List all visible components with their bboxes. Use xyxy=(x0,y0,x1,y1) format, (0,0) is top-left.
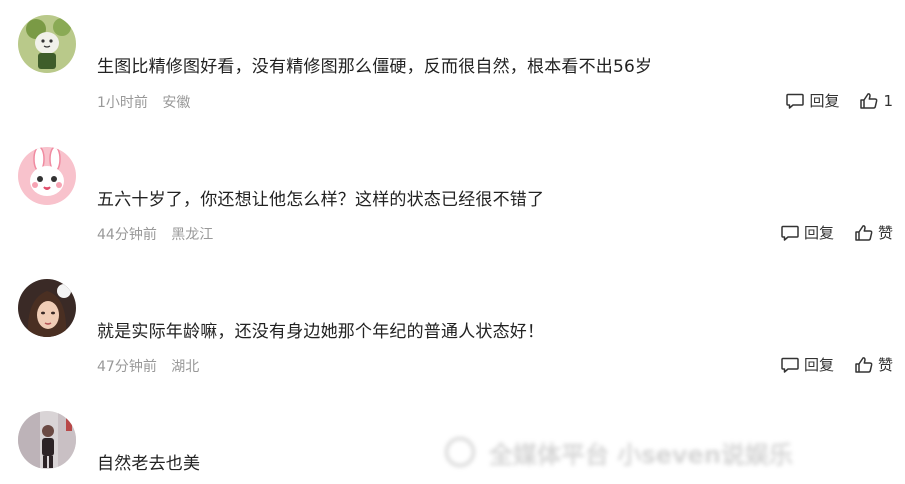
comment-actions: 回复 赞 xyxy=(780,354,893,375)
avatar[interactable] xyxy=(18,147,76,205)
avatar[interactable] xyxy=(18,279,76,337)
reply-label: 回复 xyxy=(809,92,840,110)
reply-button[interactable]: 回复 xyxy=(780,354,834,375)
comment-location: 黑龙江 xyxy=(171,227,214,243)
like-label: 1 xyxy=(883,91,893,110)
watermark-text: 全媒体平台 小seven说娱乐 xyxy=(489,440,793,469)
comment-bubble-icon xyxy=(781,357,799,373)
comment-location: 湖北 xyxy=(171,359,200,375)
comment-actions: 回复 1 xyxy=(785,90,893,111)
comment-time: 1小时前 xyxy=(97,95,148,111)
comment-time: 47分钟前 xyxy=(97,359,157,375)
comment-text: 自然老去也美 xyxy=(97,454,201,474)
thumbs-up-icon xyxy=(855,224,873,241)
like-label: 赞 xyxy=(877,356,893,374)
comment-time: 44分钟前 xyxy=(97,227,157,243)
avatar[interactable] xyxy=(18,15,76,73)
reply-label: 回复 xyxy=(803,224,834,242)
thumbs-up-icon xyxy=(855,356,873,373)
avatar[interactable] xyxy=(18,411,76,469)
comment-text: 生图比精修图好看，没有精修图那么僵硬，反而很自然，根本看不出56岁 xyxy=(97,57,653,77)
reply-button[interactable]: 回复 xyxy=(780,222,834,243)
comment-location: 安徽 xyxy=(162,95,191,111)
comment-text: 五六十岁了，你还想让他怎么样？这样的状态已经很不错了 xyxy=(97,190,545,210)
comment-bubble-icon xyxy=(781,225,799,241)
thumbs-up-icon xyxy=(860,92,878,109)
person-photo-avatar-icon xyxy=(18,411,76,469)
like-button[interactable]: 1 xyxy=(859,91,893,111)
watermark-logo-icon xyxy=(445,437,475,467)
like-label: 赞 xyxy=(877,224,893,242)
reply-button[interactable]: 回复 xyxy=(785,90,839,111)
watermark: 全媒体平台 小seven说娱乐 xyxy=(445,432,890,472)
comment-meta: 44分钟前 黑龙江 xyxy=(97,224,213,244)
girl-portrait-avatar-icon xyxy=(18,279,76,337)
comment-meta: 1小时前 安徽 xyxy=(97,92,190,112)
like-button[interactable]: 赞 xyxy=(854,354,893,375)
green-cartoon-avatar-icon xyxy=(18,15,76,73)
comment-text: 就是实际年龄嘛，还没有身边她那个年纪的普通人状态好！ xyxy=(97,322,545,342)
comment-meta: 47分钟前 湖北 xyxy=(97,356,199,376)
comment-bubble-icon xyxy=(786,93,805,109)
comment-actions: 回复 赞 xyxy=(780,222,893,243)
reply-label: 回复 xyxy=(803,356,834,374)
pink-bunny-avatar-icon xyxy=(18,147,76,205)
like-button[interactable]: 赞 xyxy=(854,222,893,243)
